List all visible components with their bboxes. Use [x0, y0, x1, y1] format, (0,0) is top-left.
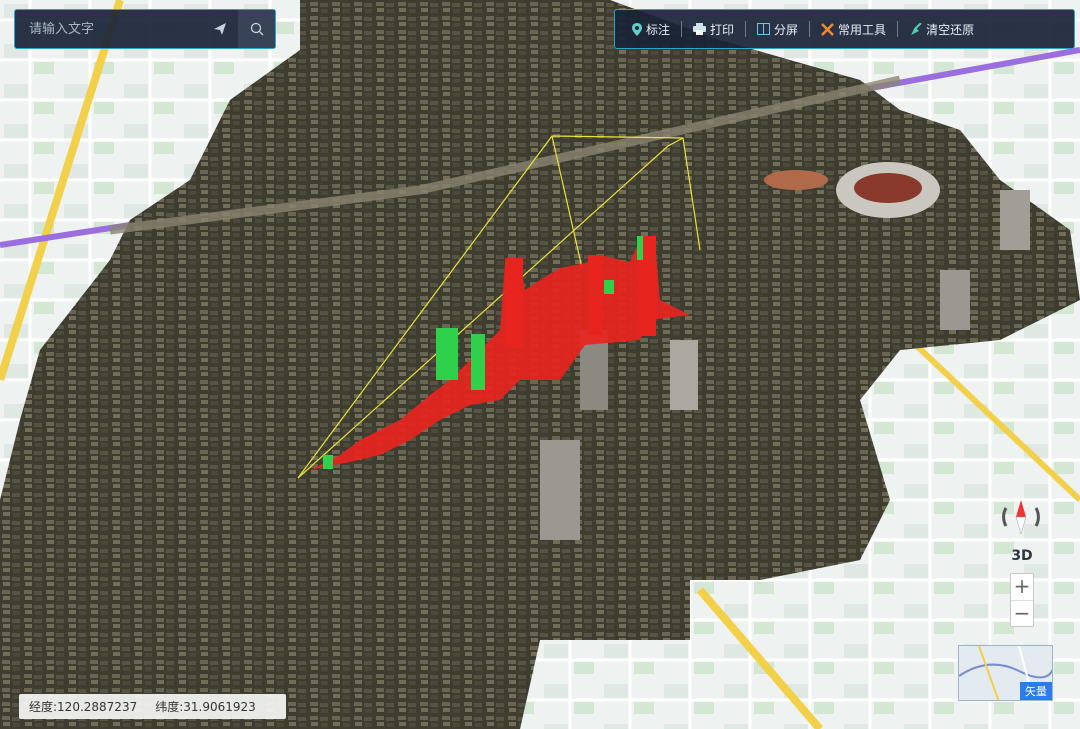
top-toolbar: 标注 打印 分屏 常用工具 清空还原 [614, 9, 1075, 49]
map-3d-scene[interactable] [0, 0, 1080, 729]
analysis-bar-red [505, 258, 523, 348]
clear-icon [911, 22, 922, 35]
analysis-bar-red [588, 255, 602, 335]
analysis-bar-green [323, 455, 333, 469]
zoom-control: + − [1010, 573, 1034, 627]
tool-print[interactable]: 打印 [682, 18, 745, 40]
tool-annotate[interactable]: 标注 [621, 18, 681, 40]
tool-label: 分屏 [774, 22, 799, 37]
analysis-bar-green [436, 328, 458, 380]
search-input[interactable] [15, 9, 201, 49]
tool-label: 常用工具 [838, 22, 887, 37]
tool-split-screen[interactable]: 分屏 [746, 18, 809, 40]
tower [540, 440, 580, 540]
stadium-field [854, 173, 922, 203]
tool-common-tools[interactable]: 常用工具 [810, 18, 897, 40]
latitude-value: 31.9061923 [183, 700, 256, 714]
longitude: 经度:120.2887237 [29, 698, 137, 715]
analysis-bar-green [637, 236, 643, 260]
latitude: 纬度:31.9061923 [155, 698, 256, 715]
track [764, 170, 828, 190]
longitude-label: 经度: [29, 700, 58, 714]
zoom-in-button[interactable]: + [1011, 574, 1033, 600]
longitude-value: 120.2887237 [57, 700, 138, 714]
tools-icon [821, 22, 834, 36]
send-icon [213, 23, 226, 35]
zoom-out-button[interactable]: − [1011, 601, 1033, 627]
tower [940, 270, 970, 330]
tool-label: 清空还原 [926, 22, 975, 37]
printer-icon [693, 23, 707, 35]
view-3d-toggle[interactable]: 3D [1008, 545, 1036, 567]
split-screen-icon [757, 23, 771, 35]
tower [1000, 190, 1030, 250]
search-icon [250, 22, 263, 36]
search-button[interactable] [238, 10, 275, 48]
coordinate-readout: 经度:120.2887237 纬度:31.9061923 [19, 694, 286, 719]
search-box [14, 9, 276, 49]
basemap-label: 矢量 [1020, 682, 1052, 700]
compass-icon[interactable] [998, 494, 1044, 540]
marker-icon [632, 22, 642, 36]
tool-clear-reset[interactable]: 清空还原 [898, 18, 985, 40]
send-button[interactable] [201, 10, 238, 48]
tool-label: 打印 [710, 22, 735, 37]
analysis-bar-green [604, 280, 614, 294]
analysis-bar-green [471, 334, 485, 390]
tower [670, 340, 698, 410]
basemap-switcher[interactable]: 矢量 [958, 645, 1053, 701]
latitude-label: 纬度: [155, 700, 184, 714]
tool-label: 标注 [646, 22, 671, 37]
